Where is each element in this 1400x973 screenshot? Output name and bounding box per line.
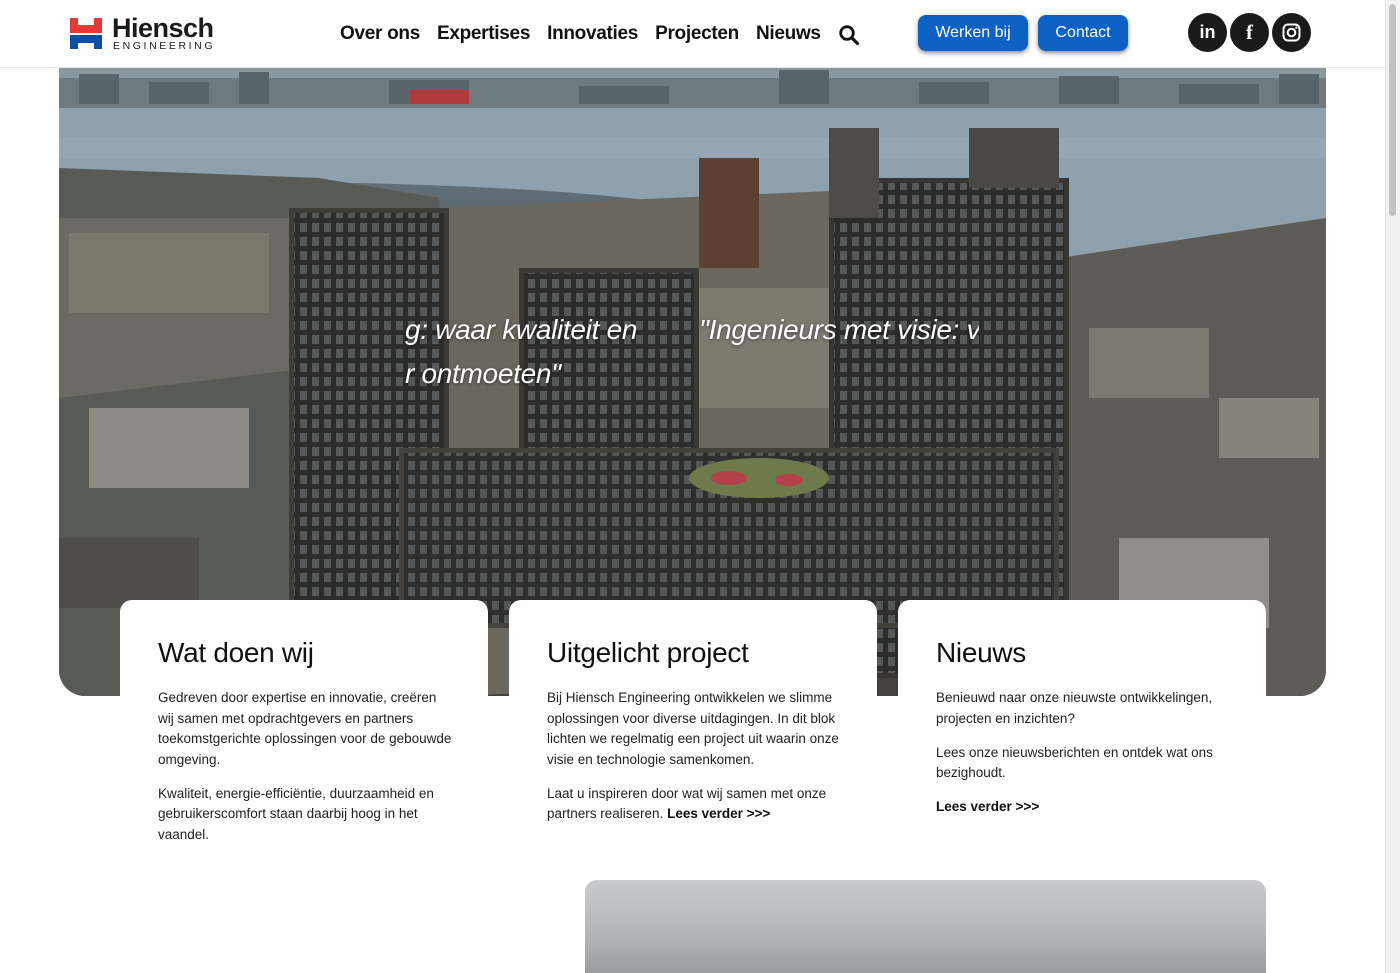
card-title: Nieuws [936, 637, 1027, 668]
card-title: Wat doen wij [158, 637, 314, 668]
nav-item-expertises[interactable]: Expertises [437, 22, 530, 46]
card-text: Kwaliteit, energie-efficiëntie, duurzaam… [158, 785, 434, 842]
linkedin-icon[interactable]: in [1188, 13, 1227, 52]
card-nieuws: Nieuws Benieuwd naar onze nieuwste ontwi… [898, 600, 1266, 860]
nav-item-innovaties[interactable]: Innovaties [547, 22, 638, 46]
instagram-icon[interactable] [1272, 13, 1311, 52]
card-text: Benieuwd naar onze nieuwste ontwikkeling… [936, 690, 1213, 726]
scrollbar-thumb[interactable] [1389, 4, 1396, 216]
main-nav: Over ons Expertises Innovaties Projecten… [340, 22, 821, 46]
hiensch-logo-icon [70, 18, 102, 49]
hero-slogan-right: "Ingenieurs met visie: v [699, 314, 979, 345]
logo[interactable]: Hiensch ENGINEERING [68, 13, 218, 53]
card-text: Lees onze nieuwsberichten en ontdek wat … [936, 744, 1213, 781]
page-scrollbar[interactable] [1385, 0, 1400, 973]
nav-item-over-ons[interactable]: Over ons [340, 22, 420, 46]
facebook-icon[interactable]: f [1230, 13, 1269, 52]
contact-button[interactable]: Contact [1038, 15, 1128, 51]
nav-item-nieuws[interactable]: Nieuws [756, 22, 821, 46]
werken-bij-button[interactable]: Werken bij [918, 15, 1028, 51]
logo-name: Hiensch [112, 13, 214, 43]
logo-subtitle: ENGINEERING [113, 40, 216, 52]
card-title: Uitgelicht project [547, 637, 749, 668]
lees-verder-link[interactable]: Lees verder >>> [667, 806, 770, 821]
card-uitgelicht-project: Uitgelicht project Bij Hiensch Engineeri… [509, 600, 877, 860]
card-wat-doen-wij: Wat doen wij Gedreven door expertise en … [120, 600, 488, 860]
section-image [585, 880, 1266, 973]
instagram-glyph-icon [1282, 23, 1301, 42]
card-text: Bij Hiensch Engineering ontwikkelen we s… [547, 690, 839, 767]
search-icon[interactable] [838, 24, 860, 46]
card-text: Gedreven door expertise en innovatie, cr… [158, 690, 452, 767]
nav-item-projecten[interactable]: Projecten [655, 22, 739, 46]
site-header: Hiensch ENGINEERING Over ons Expertises … [0, 0, 1386, 68]
lees-verder-link[interactable]: Lees verder >>> [936, 799, 1039, 814]
hero-slogan-left: g: waar kwaliteit en r ontmoeten" [405, 314, 638, 389]
